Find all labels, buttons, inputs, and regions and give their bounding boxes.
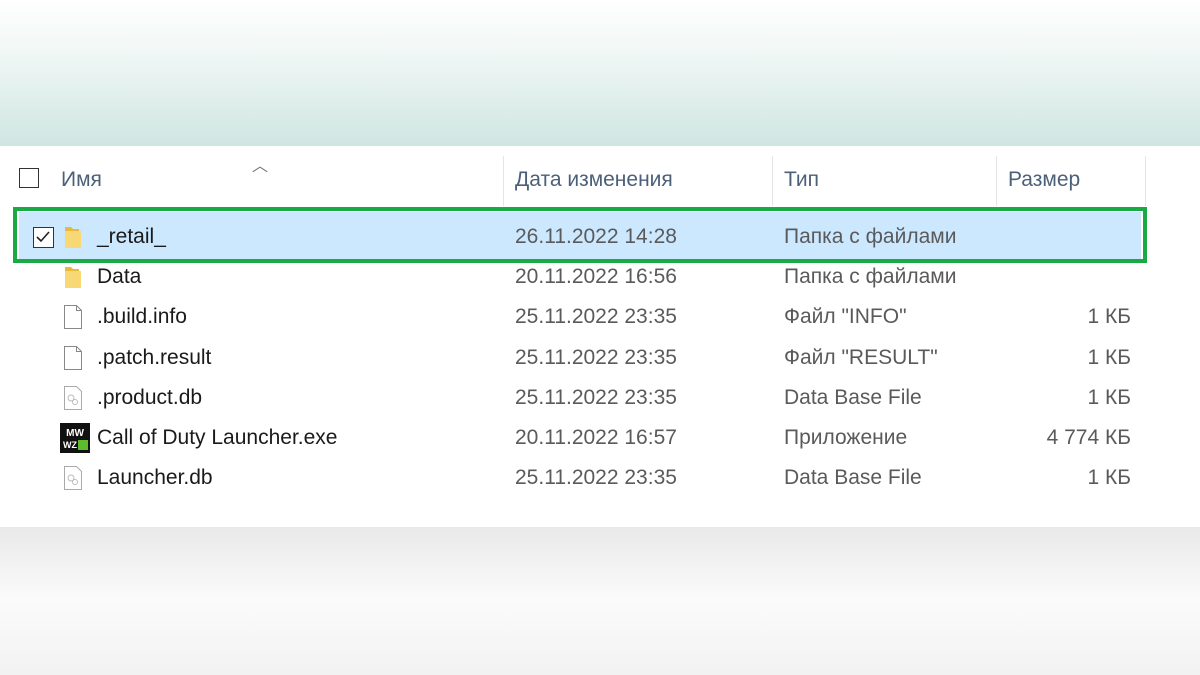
file-type: Файл "INFO" [784,305,907,329]
file-date: 20.11.2022 16:56 [515,265,677,289]
file-row[interactable]: _retail_ 26.11.2022 14:28 Папка с файлами [0,217,1200,257]
db-file-icon [62,465,84,491]
file-size: 4 774 КБ [1046,426,1131,449]
file-name: .build.info [97,305,187,329]
file-size: 1 КБ [1087,466,1131,490]
column-date[interactable]: Дата изменения [515,168,673,192]
file-row[interactable]: Data 20.11.2022 16:56 Папка с файлами [0,257,1200,297]
select-all-checkbox[interactable] [19,168,39,188]
file-name: _retail_ [97,225,166,248]
file-name: Data [97,265,142,289]
window-background-bottom [0,527,1200,675]
file-icon [62,304,84,330]
file-type: Папка с файлами [784,225,957,248]
column-divider[interactable] [503,156,504,206]
file-type: Data Base File [784,466,922,490]
file-row[interactable]: .product.db 25.11.2022 23:35 Data Base Fil… [0,378,1200,418]
row-checkbox[interactable] [33,227,54,248]
column-size[interactable]: Размер [1008,168,1080,192]
cod-app-icon: MW WZ [60,423,90,453]
file-row[interactable]: .patch.result 25.11.2022 23:35 Файл "RESUL… [0,338,1200,378]
column-divider[interactable] [996,156,997,206]
file-size: 1 КБ [1087,345,1131,369]
file-size: 1 КБ [1087,385,1131,409]
file-name: Launcher.db [97,466,213,490]
column-divider[interactable] [772,156,773,206]
file-type: Data Base File [784,385,922,409]
file-date: 25.11.2022 23:35 [515,345,677,369]
file-date: 26.11.2022 14:28 [515,225,677,248]
file-row[interactable]: .build.info 25.11.2022 23:35 Файл "INFO" 1 … [0,297,1200,337]
file-icon [62,345,84,371]
window-background-top [0,0,1200,146]
file-row[interactable]: MW WZ Call of Duty Launcher.exe 20.11.2022 … [0,418,1200,458]
sort-ascending-icon: ︿ [252,158,269,175]
file-type: Приложение [784,426,908,449]
file-date: 25.11.2022 23:35 [515,466,677,490]
db-file-icon [62,385,84,411]
file-date: 20.11.2022 16:57 [515,426,677,449]
column-header: ︿ Имя Дата изменения Тип Размер [0,156,1200,206]
file-date: 25.11.2022 23:35 [515,385,677,409]
file-type: Папка с файлами [784,265,957,289]
column-type[interactable]: Тип [784,168,819,192]
file-name: Call of Duty Launcher.exe [97,426,338,449]
svg-text:MW: MW [66,428,84,439]
svg-text:WZ: WZ [63,440,77,450]
file-type: Файл "RESULT" [784,345,938,369]
column-divider[interactable] [1145,156,1146,206]
file-size: 1 КБ [1087,305,1131,329]
file-row[interactable]: Launcher.db 25.11.2022 23:35 Data Base Fil… [0,458,1200,498]
folder-icon [62,224,84,250]
column-name[interactable]: Имя [61,168,102,192]
file-name: .product.db [97,385,203,409]
file-name: .patch.result [97,345,212,369]
folder-icon [62,264,84,290]
file-date: 25.11.2022 23:35 [515,305,677,329]
